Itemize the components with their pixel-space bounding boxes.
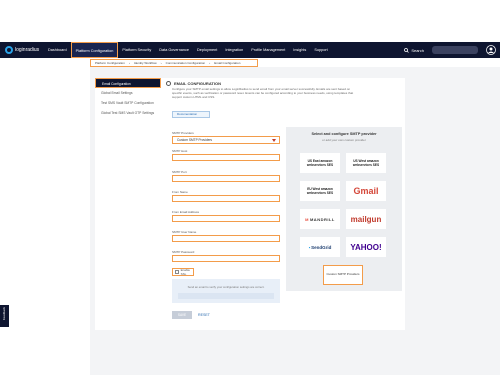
smtp-host-label: SMTP Host [172,149,188,153]
provider-panel-subtitle: or add your own custom provider [322,138,366,142]
verify-email-box: Send an email to verify your configurati… [172,279,280,303]
provider-tile-label: US West amazon webservices SES [352,159,380,167]
nav-item-platform-security[interactable]: Platform Security [118,42,155,58]
breadcrumb-separator: › [209,61,211,65]
chevron-down-icon [272,139,276,142]
logo-icon [5,46,13,54]
mailgun-logo: mailgun [350,214,382,224]
enable-ssl-checkbox[interactable]: Enable SSL [172,268,194,276]
nav-item-profile-management[interactable]: Profile Management [247,42,289,58]
reset-button[interactable]: RESET [198,313,210,317]
smtp-providers-label: SMTP Providers [172,131,194,135]
breadcrumb-separator: › [160,61,162,65]
smtp-provider-select[interactable]: Custom SMTP Providers [172,136,280,144]
breadcrumb-item[interactable]: Identity Workflow [134,61,157,65]
settings-sidebar: Email Configuration Global Email Setting… [95,78,161,330]
sidebar-item-global-email-settings[interactable]: Global Email Settings [95,88,161,98]
provider-tile-ses-us-east[interactable]: US East amazon webservices SES [300,153,340,173]
yahoo-logo: YAHOO! [350,242,382,252]
nav-item-platform-configuration[interactable]: Platform Configuration [70,42,119,58]
top-navigation: loginradius Dashboard Platform Configura… [0,42,500,58]
form-actions: SAVE RESET [172,311,210,319]
breadcrumb-item: Email Configuration [214,61,241,65]
nav-item-data-governance[interactable]: Data Governance [155,42,193,58]
sendgrid-logo: ▪SendGrid [309,245,332,250]
smtp-username-label: SMTP User Name [172,230,197,234]
verify-email-text: Send an email to verify your configurati… [187,285,265,289]
provider-tile-ses-eu-west[interactable]: EU West amazon webservices SES [300,181,340,201]
sidebar-item-test-sms-smtp[interactable]: Test SMS Vault SMTP Configuration [95,98,161,108]
logo[interactable]: loginradius [0,42,44,58]
logo-text: loginradius [15,47,40,53]
sendgrid-icon: ▪ [308,244,311,250]
provider-tile-label: EU West amazon webservices SES [306,187,334,195]
smtp-password-input[interactable] [172,255,280,262]
nav-item-deployment[interactable]: Deployment [193,42,221,58]
sidebar-item-email-configuration[interactable]: Email Configuration [95,78,161,88]
user-icon[interactable] [486,45,496,55]
from-name-label: From Name [172,190,188,194]
breadcrumb-separator: › [128,61,130,65]
page: loginradius Dashboard Platform Configura… [0,0,500,375]
section-title: EMAIL CONFIGURATION [166,81,221,86]
smtp-port-input[interactable] [172,175,280,182]
mandrill-label: MANDRILL [309,216,335,222]
provider-tile-gmail[interactable]: Gmail [346,181,386,201]
breadcrumb-item[interactable]: Communication Configuration [166,61,206,65]
provider-tile-label: US East amazon webservices SES [306,159,334,167]
provider-panel-title: Select and configure SMTP provider [311,132,377,136]
provider-tile-yahoo[interactable]: YAHOO! [346,237,386,257]
smtp-username-input[interactable] [172,235,280,242]
smtp-host-input[interactable] [172,154,280,161]
search-icon [404,47,410,53]
breadcrumb: Platform Configuration › Identity Workfl… [90,59,258,67]
provider-tile-mailgun[interactable]: mailgun [346,209,386,229]
documentation-link[interactable]: Documentation [172,111,210,118]
enable-ssl-label: Enable SSL [180,268,190,276]
checkbox-icon [175,270,179,274]
smtp-password-label: SMTP Password [172,250,195,254]
sendgrid-label: SendGrid [311,244,332,250]
nav-item-insights[interactable]: Insights [289,42,310,58]
nav-item-dashboard[interactable]: Dashboard [44,42,71,58]
from-name-input[interactable] [172,195,280,202]
verify-email-input[interactable] [178,293,274,299]
section-title-text: EMAIL CONFIGURATION [174,81,221,86]
provider-tile-ses-us-west[interactable]: US West amazon webservices SES [346,153,386,173]
nav-right: Search [404,42,500,58]
from-email-input[interactable] [172,215,280,222]
search-label: Search [411,47,424,53]
search-button[interactable]: Search [404,48,424,53]
save-button[interactable]: SAVE [172,311,192,319]
mandrill-icon: M [305,216,309,222]
sidebar-item-test-sms-otp[interactable]: Global Test SMS Vault OTP Settings [95,108,161,118]
left-blank-area [0,67,90,375]
smtp-provider-value: Custom SMTP Providers [177,138,213,142]
feedback-tab[interactable]: Feedback [0,305,9,327]
nav-item-integration[interactable]: Integration [221,42,247,58]
gmail-logo: Gmail [353,186,379,196]
section-description: Configure your SMTP email settings to al… [172,87,354,99]
from-email-label: From Email Address [172,210,200,214]
nav-item-support[interactable]: Support [310,42,331,58]
provider-tile-sendgrid[interactable]: ▪SendGrid [300,237,340,257]
account-name-redacted [432,46,478,54]
breadcrumb-item[interactable]: Platform Configuration [95,61,125,65]
provider-tile-mandrill[interactable]: MMANDRILL [300,209,340,229]
section-icon [166,81,171,86]
mandrill-logo: MMANDRILL [305,217,335,222]
custom-smtp-provider-button[interactable]: Custom SMTP Providers [323,265,363,285]
smtp-port-label: SMTP Port [172,170,187,174]
feedback-label: Feedback [2,307,6,321]
